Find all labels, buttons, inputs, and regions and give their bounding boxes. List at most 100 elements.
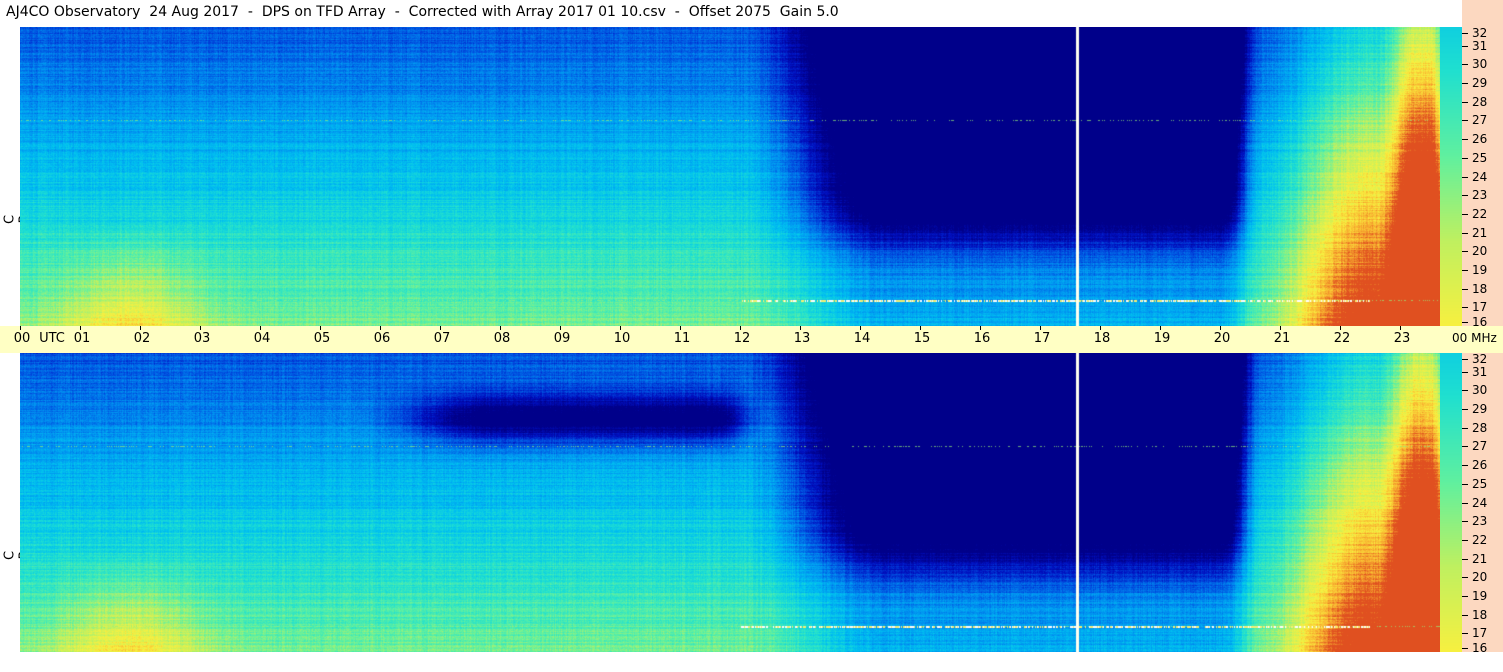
utc-tick-label: 18 xyxy=(1093,331,1111,346)
freq-tick-mark xyxy=(1462,322,1468,323)
freq-tick-label: 20 xyxy=(1472,570,1488,585)
bottom-margin xyxy=(0,652,1462,672)
utc-tick-label: 01 xyxy=(73,331,91,346)
freq-tick-mark xyxy=(1462,539,1468,541)
freq-tick-mark xyxy=(1462,595,1468,597)
utc-tick-mark xyxy=(680,326,681,330)
utc-tick-mark xyxy=(800,326,801,330)
utc-tick-label: 20 xyxy=(1213,331,1231,346)
utc-tick-mark xyxy=(1160,326,1161,330)
utc-tick-label: 12 xyxy=(733,331,751,346)
utc-tick-mark xyxy=(1220,326,1221,330)
freq-tick-mark xyxy=(1462,359,1468,360)
freq-tick-label: 30 xyxy=(1472,383,1488,398)
utc-tick-label: 11 xyxy=(673,331,691,346)
utc-tick-mark xyxy=(1040,326,1041,330)
utc-time-axis: 00 UTC 01 02 03 04 05 06 07 08 09 10 11 12 13 14 15 16 17 1… xyxy=(0,326,1462,353)
freq-tick-mark xyxy=(1462,213,1468,215)
utc-tick-label: 02 xyxy=(133,331,151,346)
lcp-frequency-axis: 32 31 30 29 28 27 26 25 24 23 22 21 20 19 18 17 16 xyxy=(1462,352,1503,655)
freq-tick-mark xyxy=(1462,558,1468,560)
lcp-spectrogram xyxy=(20,353,1440,652)
freq-tick-label: 18 xyxy=(1472,607,1488,622)
utc-unit-label: UTC xyxy=(39,331,65,346)
utc-tick-label: 07 xyxy=(433,331,451,346)
utc-tick-label: 03 xyxy=(193,331,211,346)
rcp-spectrogram xyxy=(20,27,1440,326)
freq-tick-mark xyxy=(1462,521,1468,523)
freq-tick-mark xyxy=(1462,409,1468,411)
utc-tick-mark xyxy=(740,326,741,330)
utc-tick-mark xyxy=(80,326,81,330)
utc-tick-mark xyxy=(260,326,261,330)
freq-tick-label: 21 xyxy=(1472,551,1488,566)
freq-tick-label: 30 xyxy=(1472,57,1488,72)
freq-tick-mark xyxy=(1462,307,1468,309)
freq-tick-label: 26 xyxy=(1472,132,1488,147)
freq-tick-label: 23 xyxy=(1472,514,1488,529)
utc-tick-mark xyxy=(920,326,921,330)
freq-tick-mark xyxy=(1462,269,1468,271)
freq-tick-label: 31 xyxy=(1472,364,1488,379)
freq-tick-mark xyxy=(1462,648,1468,649)
lcp-polarization-strip: L C P xyxy=(0,353,33,652)
freq-tick-label: 17 xyxy=(1472,626,1488,641)
utc-tick-mark xyxy=(1280,326,1281,330)
freq-tick-label: 25 xyxy=(1472,150,1488,165)
freq-tick-label: 22 xyxy=(1472,532,1488,547)
rcp-spectrogram-canvas xyxy=(20,27,1440,326)
freq-tick-label: 24 xyxy=(1472,495,1488,510)
freq-tick-mark xyxy=(1462,101,1468,103)
freq-tick-mark xyxy=(1462,502,1468,504)
utc-tick-label: 08 xyxy=(493,331,511,346)
utc-tick-mark xyxy=(140,326,141,330)
utc-tick-mark xyxy=(1100,326,1101,330)
utc-tick-label: 00 xyxy=(13,331,31,346)
mhz-unit-label: 00 MHz xyxy=(1452,331,1497,345)
freq-tick-label: 27 xyxy=(1472,439,1488,454)
freq-tick-label: 29 xyxy=(1472,402,1488,417)
utc-tick-label: 16 xyxy=(973,331,991,346)
utc-tick-mark xyxy=(620,326,621,330)
freq-tick-mark xyxy=(1462,465,1468,467)
freq-tick-mark xyxy=(1462,446,1468,448)
freq-tick-label: 21 xyxy=(1472,225,1488,240)
freq-tick-label: 31 xyxy=(1472,38,1488,53)
utc-tick-label: 17 xyxy=(1033,331,1051,346)
freq-tick-mark xyxy=(1462,45,1468,47)
freq-tick-mark xyxy=(1462,232,1468,234)
utc-tick-label: 19 xyxy=(1153,331,1171,346)
utc-tick-mark xyxy=(860,326,861,330)
freq-tick-mark xyxy=(1462,120,1468,122)
mhz-zero-tick: 00 xyxy=(1452,331,1468,345)
title-bar: AJ4CO Observatory 24 Aug 2017 - DPS on T… xyxy=(0,0,1462,27)
utc-tick-mark xyxy=(1400,326,1401,330)
utc-tick-label: 14 xyxy=(853,331,871,346)
freq-tick-mark xyxy=(1462,427,1468,429)
utc-tick-mark xyxy=(440,326,441,330)
lcp-colorbar xyxy=(1440,353,1462,652)
freq-tick-label: 16 xyxy=(1472,641,1488,655)
freq-tick-mark xyxy=(1462,176,1468,178)
freq-tick-label: 24 xyxy=(1472,169,1488,184)
utc-tick-mark xyxy=(560,326,561,330)
freq-tick-label: 19 xyxy=(1472,262,1488,277)
freq-tick-mark xyxy=(1462,83,1468,85)
freq-tick-mark xyxy=(1462,139,1468,141)
utc-tick-mark xyxy=(320,326,321,330)
utc-tick-label: 23 xyxy=(1393,331,1411,346)
utc-tick-mark xyxy=(200,326,201,330)
freq-tick-mark xyxy=(1462,157,1468,159)
freq-tick-label: 29 xyxy=(1472,76,1488,91)
freq-tick-mark xyxy=(1462,614,1468,616)
freq-tick-label: 27 xyxy=(1472,113,1488,128)
freq-tick-mark xyxy=(1462,577,1468,579)
lcp-spectrogram-canvas xyxy=(20,353,1440,652)
freq-tick-mark xyxy=(1462,371,1468,373)
freq-tick-mark xyxy=(1462,251,1468,253)
freq-tick-mark xyxy=(1462,33,1468,34)
rcp-polarization-strip: R C P xyxy=(0,27,33,326)
utc-tick-mark xyxy=(20,326,21,330)
freq-tick-label: 28 xyxy=(1472,94,1488,109)
utc-tick-label: 04 xyxy=(253,331,271,346)
